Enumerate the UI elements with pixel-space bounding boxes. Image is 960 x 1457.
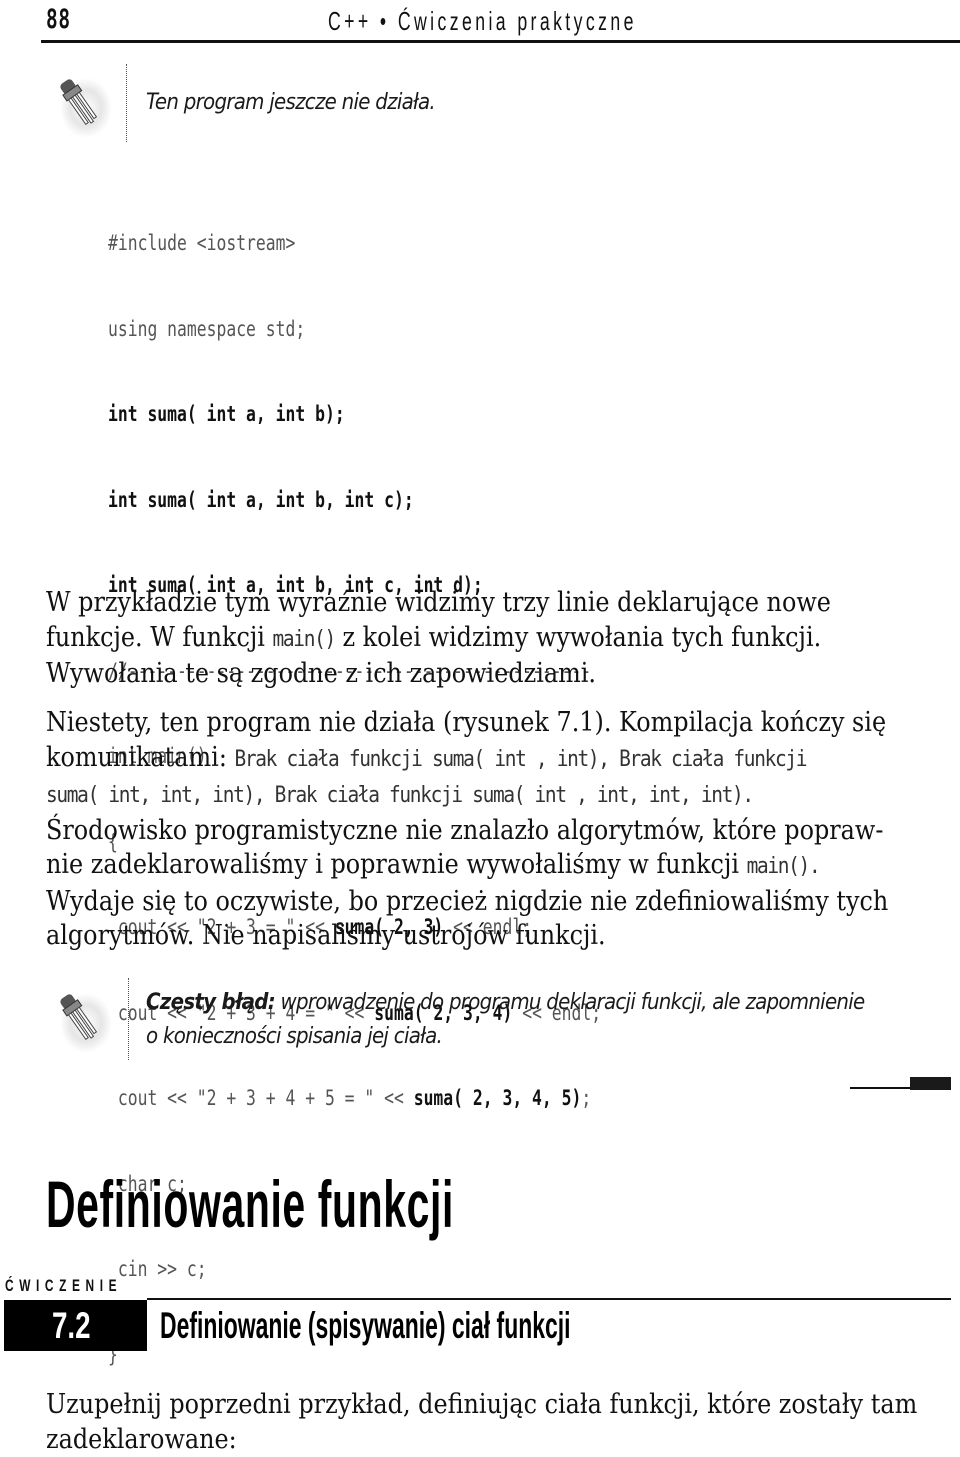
code-line: int suma( int a, int b);: [108, 400, 601, 429]
note-text: o konieczności spisania jej ciała.: [146, 1024, 442, 1049]
note-divider: [126, 64, 127, 142]
paragraph-line: W przykładzie tym wyraźnie widzimy trzy …: [46, 586, 958, 621]
paragraph-line: Środowisko programistyczne nie znalazło …: [46, 814, 958, 849]
section-end-block: [910, 1077, 951, 1090]
text-segment: nie zadeklarowaliśmy i poprawnie wywołal…: [46, 849, 747, 880]
code-call: suma( 2, 3, 4, 5): [414, 1086, 582, 1110]
running-title: C++ • Ćwiczenia praktyczne: [328, 6, 637, 37]
code-segment: ;: [581, 1086, 591, 1110]
code-line: cout << "2 + 3 + 4 + 5 = " << suma( 2, 3…: [108, 1084, 601, 1113]
paragraph-2: Niestety, ten program nie działa (rysune…: [46, 706, 958, 954]
exercise-rule: [147, 1298, 951, 1300]
note-label: Częsty błąd:: [146, 990, 275, 1015]
exercise-number: 7.2: [52, 1305, 91, 1347]
paragraph-line: komunikatami: Brak ciała funkcji suma( i…: [46, 741, 958, 778]
exercise-intro: Uzupełnij poprzedni przykład, definiując…: [46, 1388, 958, 1457]
paragraph-line: funkcje. W funkcji main() z kolei widzim…: [46, 621, 958, 658]
page-number: 88: [46, 4, 71, 35]
code-line: #include <iostream>: [108, 229, 601, 258]
paragraph-line: Wywołania te są zgodne z ich zapowiedzia…: [46, 657, 958, 692]
code-segment: cout << "2 + 3 + 4 + 5 = " <<: [108, 1086, 414, 1110]
paragraph-line: nie zadeklarowaliśmy i poprawnie wywołal…: [46, 848, 958, 885]
paragraph-line: Wydaje się to oczywiste, bo przecież nig…: [46, 885, 958, 920]
code-line: using namespace std;: [108, 315, 601, 344]
inline-code: suma( int, int, int), Brak ciała funkcji…: [46, 783, 753, 808]
section-end-rule: [850, 1087, 910, 1089]
text-segment: komunikatami:: [46, 742, 234, 773]
note-text-segment: wprowadzenie do programu deklaracji funk…: [275, 990, 865, 1015]
section-heading: Definiowanie funkcji: [46, 1166, 454, 1242]
text-segment: funkcje. W funkcji: [46, 622, 273, 653]
paragraph-line: algorytmów. Nie napisaliśmy ustrojów fun…: [46, 919, 958, 954]
note-text: Ten program jeszcze nie działa.: [146, 90, 435, 115]
code-line: cin >> c;: [108, 1255, 601, 1284]
note-text: Częsty błąd: wprowadzenie do programu de…: [146, 990, 865, 1015]
text-segment: z kolei widzimy wywołania tych funkcji.: [335, 622, 821, 653]
note-divider: [128, 978, 129, 1060]
paragraph-line: Niestety, ten program nie działa (rysune…: [46, 706, 958, 741]
code-line: int suma( int a, int b, int c);: [108, 486, 601, 515]
exercise-label: ĆWICZENIE: [5, 1276, 122, 1296]
inline-code: Brak ciała funkcji suma( int , int), Bra…: [234, 747, 806, 772]
paragraph-line: zadeklarowane:: [46, 1423, 958, 1457]
lightbulb-icon: [52, 70, 114, 140]
inline-code: main().: [747, 854, 820, 879]
inline-code: main(): [273, 627, 335, 652]
paragraph-1: W przykładzie tym wyraźnie widzimy trzy …: [46, 586, 958, 692]
lightbulb-icon: [52, 985, 114, 1055]
paragraph-line: suma( int, int, int), Brak ciała funkcji…: [46, 777, 958, 814]
paragraph-line: Uzupełnij poprzedni przykład, definiując…: [46, 1388, 958, 1423]
header-rule: [41, 40, 960, 43]
exercise-title: Definiowanie (spisywanie) ciał funkcji: [160, 1305, 570, 1347]
